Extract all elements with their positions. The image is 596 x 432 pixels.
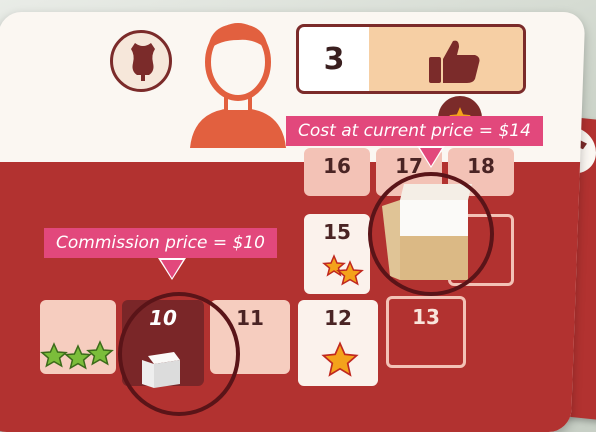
star-icon (321, 341, 359, 377)
price-track-area (0, 162, 581, 432)
double-star-icon (322, 254, 364, 286)
cost-callout: Cost at current price = $14 (286, 116, 543, 146)
commission-callout: Commission price = $10 (44, 228, 277, 258)
cost-highlight-ring (368, 172, 494, 296)
avatar (190, 23, 286, 148)
commission-pointer (161, 260, 183, 278)
commission-highlight-ring (118, 292, 240, 416)
reputation-value: 3 (323, 41, 345, 77)
price-tile-16: 16 (304, 148, 370, 196)
reputation-counter: 3 (296, 24, 526, 94)
price-tile-13: 13 (386, 296, 466, 368)
green-stars-icon (40, 340, 114, 370)
thumb-panel (369, 27, 523, 91)
designer-badge (110, 30, 172, 92)
dress-form-icon (131, 43, 155, 81)
cost-pointer (420, 148, 442, 166)
thumbs-up-icon (429, 40, 480, 83)
